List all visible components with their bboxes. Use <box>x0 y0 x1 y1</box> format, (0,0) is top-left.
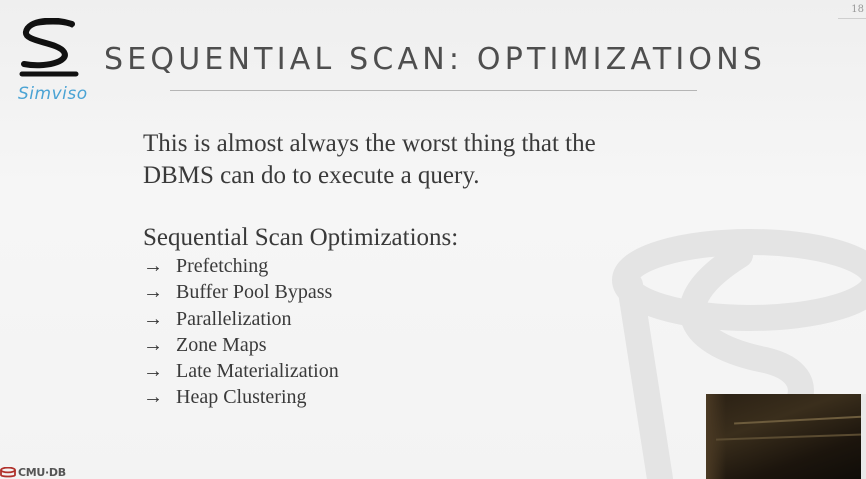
arrow-icon: → <box>143 255 163 277</box>
list-item: → Heap Clustering <box>143 384 703 410</box>
cmu-db-logo-text: CMU·DB <box>18 466 66 479</box>
video-light-glow <box>706 394 726 479</box>
video-edge <box>861 394 866 479</box>
title-underline <box>170 90 697 91</box>
list-item: → Buffer Pool Bypass <box>143 279 703 305</box>
slide-title: SEQUENTIAL SCAN: OPTIMIZATIONS <box>104 42 767 77</box>
list-item-label: Heap Clustering <box>176 386 307 409</box>
arrow-icon: → <box>143 360 163 383</box>
list-item-label: Parallelization <box>176 307 292 330</box>
simviso-s-logo-icon <box>19 17 79 77</box>
simviso-logo: Simviso <box>14 17 88 110</box>
presenter-video-overlay[interactable] <box>706 394 866 479</box>
list-item: → Prefetching <box>143 253 703 279</box>
intro-line-2: DBMS can do to execute a query. <box>143 162 480 189</box>
cmu-db-footer-logo: CMU·DB <box>0 466 66 479</box>
list-item: → Zone Maps <box>143 332 703 358</box>
list-item-label: Zone Maps <box>176 333 267 356</box>
list-item: → Parallelization <box>143 306 703 332</box>
video-shelf-line <box>716 433 866 441</box>
list-item-label: Late Materialization <box>176 360 339 383</box>
list-item-label: Buffer Pool Bypass <box>176 281 333 304</box>
page-number-divider <box>838 18 866 19</box>
list-item-label: Prefetching <box>176 255 269 277</box>
simviso-brand-text: Simviso <box>18 84 88 104</box>
cmu-db-logo-icon <box>0 467 16 478</box>
video-shelf-line <box>734 415 866 425</box>
arrow-icon: → <box>143 281 163 304</box>
arrow-icon: → <box>143 333 163 356</box>
slide-page-number: 18 <box>851 4 864 15</box>
arrow-icon: → <box>143 386 163 409</box>
arrow-icon: → <box>143 307 163 330</box>
list-item: → Late Materialization <box>143 358 703 384</box>
optimizations-heading: Sequential Scan Optimizations: <box>143 224 459 251</box>
slide-body: This is almost always the worst thing th… <box>143 128 703 411</box>
optimizations-list: → Prefetching → Buffer Pool Bypass → Par… <box>143 253 703 411</box>
intro-paragraph: This is almost always the worst thing th… <box>143 128 703 192</box>
intro-line-1: This is almost always the worst thing th… <box>143 130 596 157</box>
